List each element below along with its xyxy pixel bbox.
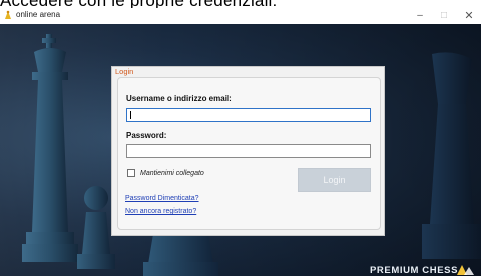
chess-pawn-icon (77, 186, 115, 269)
register-link[interactable]: Non ancora registrato? (125, 207, 196, 216)
text-caret (130, 111, 131, 119)
brand-label: PREMIUM CHESS (370, 265, 459, 276)
caption-text: Accedere con le proprie credenziali: (0, 0, 277, 8)
username-label: Username o indirizzo email: (126, 94, 232, 103)
password-input[interactable] (126, 144, 371, 158)
chess-piece-right-icon (422, 52, 481, 259)
chess-king-icon (22, 34, 78, 262)
login-dialog: Login Username o indirizzo email: Passwo… (111, 66, 385, 236)
title-bar[interactable]: online arena – □ ✕ (0, 8, 481, 24)
window-title: online arena (16, 10, 61, 19)
password-label: Password: (126, 131, 167, 140)
login-button[interactable]: Login (298, 168, 371, 192)
login-panel: Username o indirizzo email: Password: Ma… (117, 77, 381, 230)
app-logo-icon (5, 10, 11, 19)
clipped-caption: Accedere con le proprie credenziali: (0, 0, 481, 8)
remember-me-checkbox[interactable] (127, 169, 135, 177)
forgot-password-link[interactable]: Password Dimenticata? (125, 194, 199, 203)
close-button[interactable]: ✕ (454, 8, 481, 24)
username-input[interactable] (126, 108, 371, 122)
premium-chess-logo-icon (457, 265, 474, 275)
login-dialog-title: Login (115, 67, 134, 76)
remember-me-label: Mantienimi collegato (140, 170, 204, 177)
